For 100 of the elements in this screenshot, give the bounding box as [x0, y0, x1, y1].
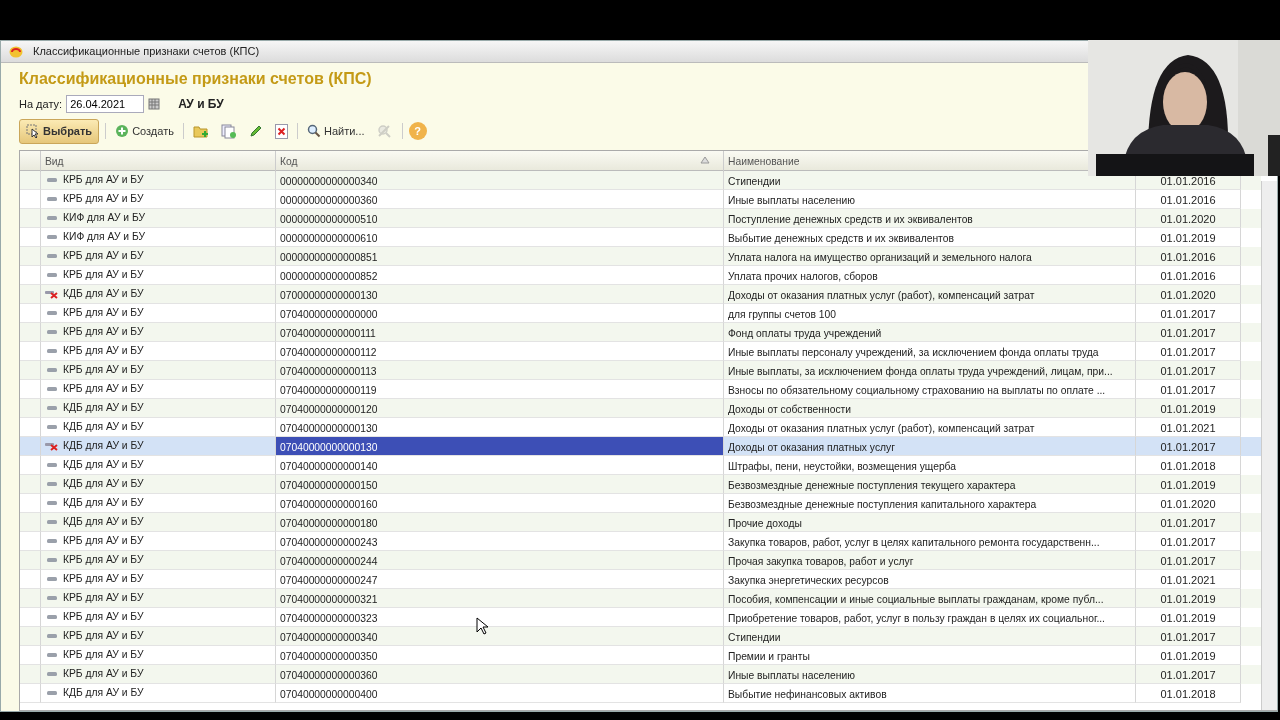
table-cell: 07040000000000111	[276, 322, 724, 342]
date-field[interactable]: 26.04.2021	[66, 95, 145, 113]
table-row[interactable]: КРБ для АУ и БУ 00000000000000852 Уплата прочих налогов, сборов 01.01.2016	[20, 265, 1261, 285]
table-cell: 01.01.2017	[1136, 550, 1241, 570]
table-cell: Иные выплаты персоналу учреждений, за исключением фонда оплаты труда	[724, 341, 1136, 361]
table-cell: 07040000000000160	[276, 493, 724, 513]
table-row[interactable]: КРБ для АУ и БУ 07040000000000112 Иные выплаты персоналу учреждений, за исключением фонда оплаты труда 01.01.2017	[20, 341, 1261, 361]
table-row[interactable]: КРБ для АУ и БУ 00000000000000851 Уплата налога на имущество организаций и земельного налога 01.01.2016	[20, 246, 1261, 266]
table-cell-text: КРБ для АУ и БУ	[63, 324, 144, 339]
table-cell-text: КРБ для АУ и БУ	[63, 533, 144, 548]
table-row[interactable]: КДБ для АУ и БУ 07040000000000150 Безвозмездные денежные поступления текущего характера 01.01.2019	[20, 474, 1261, 494]
app-logo-icon	[9, 45, 23, 58]
table-cell: 07040000000000112	[276, 341, 724, 361]
table-cell-text: КДБ для АУ и БУ	[63, 495, 144, 510]
table-row[interactable]: КДБ для АУ и БУ 07040000000000160 Безвозмездные денежные поступления капитального характера 01.01.2020	[20, 493, 1261, 513]
table-row[interactable]: КРБ для АУ и БУ 07040000000000247 Закупка энергетических ресурсов 01.01.2021	[20, 569, 1261, 589]
table-cell: Закупка энергетических ресурсов	[724, 569, 1136, 589]
table-cell-text: КРБ для АУ и БУ	[63, 647, 144, 662]
table-row[interactable]: КДБ для АУ и БУ 07040000000000400 Выбытие нефинансовых активов 01.01.2018	[20, 683, 1261, 703]
table-row[interactable]: КДБ для АУ и БУ 07040000000000120 Доходы от собственности 01.01.2019	[20, 398, 1261, 418]
table-cell: 01.01.2019	[1136, 645, 1241, 665]
table-cell: Стипендии	[724, 626, 1136, 646]
table-row[interactable]: КРБ для АУ и БУ 07040000000000323 Приобретение товаров, работ, услуг в пользу граждан в целях их социальног... 01.01.2019	[20, 607, 1261, 627]
table-cell: Доходы от оказания платных услуг	[724, 436, 1136, 456]
table-cell: 01.01.2017	[1136, 531, 1241, 551]
select-button[interactable]: Выбрать	[19, 119, 100, 144]
table-cell: 07040000000000119	[276, 379, 724, 399]
mouse-pointer-icon	[476, 617, 488, 635]
table-row[interactable]: КДБ для АУ и БУ 07000000000000130 Доходы от оказания платных услуг (работ), компенсаций затрат 01.01.2020	[20, 284, 1261, 304]
table-cell: Иные выплаты населению	[724, 189, 1136, 209]
table-cell: 00000000000000510	[276, 208, 724, 228]
table-cell: 07040000000000350	[276, 645, 724, 665]
form-heading: Классификационные признаки счетов (КПС)	[19, 69, 373, 89]
table-row[interactable]: КРБ для АУ и БУ 07040000000000000 для группы счетов 100 01.01.2017	[20, 303, 1261, 323]
create-button[interactable]: Создать	[112, 121, 177, 142]
column-header[interactable]: Вид	[45, 155, 64, 167]
table-cell: 01.01.2019	[1136, 227, 1241, 247]
table-cell: 01.01.2017	[1136, 341, 1241, 361]
table-row[interactable]: КРБ для АУ и БУ 07040000000000360 Иные выплаты населению 01.01.2017	[20, 664, 1261, 684]
table-cell-text: КДБ для АУ и БУ	[63, 438, 144, 453]
table-cell-text: КИФ для АУ и БУ	[63, 210, 146, 225]
table-cell: 01.01.2017	[1136, 303, 1241, 323]
table-cell: 07000000000000130	[276, 284, 724, 304]
sort-icon	[700, 155, 710, 164]
table-cell: 07040000000000180	[276, 512, 724, 532]
table-cell: Премии и гранты	[724, 645, 1136, 665]
table-row[interactable]: КРБ для АУ и БУ 00000000000000360 Иные выплаты населению 01.01.2016	[20, 189, 1261, 209]
column-header[interactable]: Наименование	[728, 155, 800, 167]
table-cell: 01.01.2019	[1136, 398, 1241, 418]
table-row[interactable]: КРБ для АУ и БУ 07040000000000244 Прочая закупка товаров, работ и услуг 01.01.2017	[20, 550, 1261, 570]
table-row[interactable]: КРБ для АУ и БУ 07040000000000321 Пособия, компенсации и иные социальные выплаты гражданам, кроме публ... 01.01.2019	[20, 588, 1261, 608]
column-header[interactable]: Код	[280, 155, 298, 167]
table-cell-text: КРБ для АУ и БУ	[63, 590, 144, 605]
table-cell: 07040000000000000	[276, 303, 724, 323]
table-row[interactable]: КРБ для АУ и БУ 07040000000000243 Закупка товаров, работ, услуг в целях капитального ремонта государственн... 01.01.2017	[20, 531, 1261, 551]
table-cell-text: КРБ для АУ и БУ	[63, 267, 144, 282]
table-cell-text: КРБ для АУ и БУ	[63, 628, 144, 643]
table-row[interactable]: КИФ для АУ и БУ 00000000000000510 Поступление денежных средств и их эквивалентов 01.01.2020	[20, 208, 1261, 228]
table-cell: Доходы от собственности	[724, 398, 1136, 418]
table-row[interactable]: КРБ для АУ и БУ 07040000000000350 Премии и гранты 01.01.2019	[20, 645, 1261, 665]
scrollbar[interactable]	[1261, 180, 1277, 710]
table-cell-text: КДБ для АУ и БУ	[63, 286, 144, 301]
plus-icon	[115, 124, 130, 139]
delete-icon	[274, 123, 288, 139]
table-row[interactable]: КРБ для АУ и БУ 07040000000000113 Иные выплаты, за исключением фонда оплаты труда учреждений, лицам, при... 01.01.2017	[20, 360, 1261, 380]
table-cell-text: КДБ для АУ и БУ	[63, 419, 144, 434]
table-cell-text: КРБ для АУ и БУ	[63, 666, 144, 681]
table-cell: Приобретение товаров, работ, услуг в пользу граждан в целях их социальног...	[724, 607, 1136, 627]
table-cell: 07040000000000360	[276, 664, 724, 684]
table-cell: 01.01.2017	[1136, 379, 1241, 399]
date-label: На дату:	[19, 96, 63, 112]
table-cell-text: КРБ для АУ и БУ	[63, 381, 144, 396]
table-row[interactable]: КРБ для АУ и БУ 07040000000000111 Фонд оплаты труда учреждений 01.01.2017	[20, 322, 1261, 342]
find-button[interactable]: Найти...	[303, 121, 368, 142]
table-cell: Безвозмездные денежные поступления текущего характера	[724, 474, 1136, 494]
table-cell: 01.01.2017	[1136, 322, 1241, 342]
table-cell-text: КРБ для АУ и БУ	[63, 343, 144, 358]
table-cell: Выбытие денежных средств и их эквивалентов	[724, 227, 1136, 247]
table-cell: 01.01.2019	[1136, 607, 1241, 627]
table-cell: 01.01.2020	[1136, 208, 1241, 228]
table-cell: 01.01.2017	[1136, 664, 1241, 684]
table-row[interactable]: КДБ для АУ и БУ 07040000000000180 Прочие доходы 01.01.2017	[20, 512, 1261, 532]
table-row[interactable]: КРБ для АУ и БУ 07040000000000119 Взносы по обязательному социальному страхованию на выплаты по оплате ... 01.01.2017	[20, 379, 1261, 399]
ledger-label: АУ и БУ	[178, 96, 224, 113]
table-cell: Безвозмездные денежные поступления капитального характера	[724, 493, 1136, 513]
table-cell: 00000000000000852	[276, 265, 724, 285]
table-cell: 01.01.2016	[1136, 265, 1241, 285]
table-cell: 00000000000000610	[276, 227, 724, 247]
table-cell: 01.01.2017	[1136, 626, 1241, 646]
table-row[interactable]: КДБ для АУ и БУ 07040000000000130 Доходы от оказания платных услуг (работ), компенсаций затрат 01.01.2021	[20, 417, 1261, 437]
table-row[interactable]: КДБ для АУ и БУ 07040000000000130 Доходы от оказания платных услуг 01.01.2017	[20, 436, 1261, 456]
table-cell: 00000000000000851	[276, 246, 724, 266]
table-cell: Поступление денежных средств и их эквивалентов	[724, 208, 1136, 228]
table-cell: 07040000000000247	[276, 569, 724, 589]
table-row[interactable]: КДБ для АУ и БУ 07040000000000140 Штрафы, пени, неустойки, возмещения ущерба 01.01.2018	[20, 455, 1261, 475]
table-cell: 01.01.2016	[1136, 246, 1241, 266]
table-row[interactable]: КИФ для АУ и БУ 00000000000000610 Выбытие денежных средств и их эквивалентов 01.01.2019	[20, 227, 1261, 247]
table-cell: Иные выплаты населению	[724, 664, 1136, 684]
table-cell: Прочая закупка товаров, работ и услуг	[724, 550, 1136, 570]
table-cell-text: КРБ для АУ и БУ	[63, 172, 144, 187]
